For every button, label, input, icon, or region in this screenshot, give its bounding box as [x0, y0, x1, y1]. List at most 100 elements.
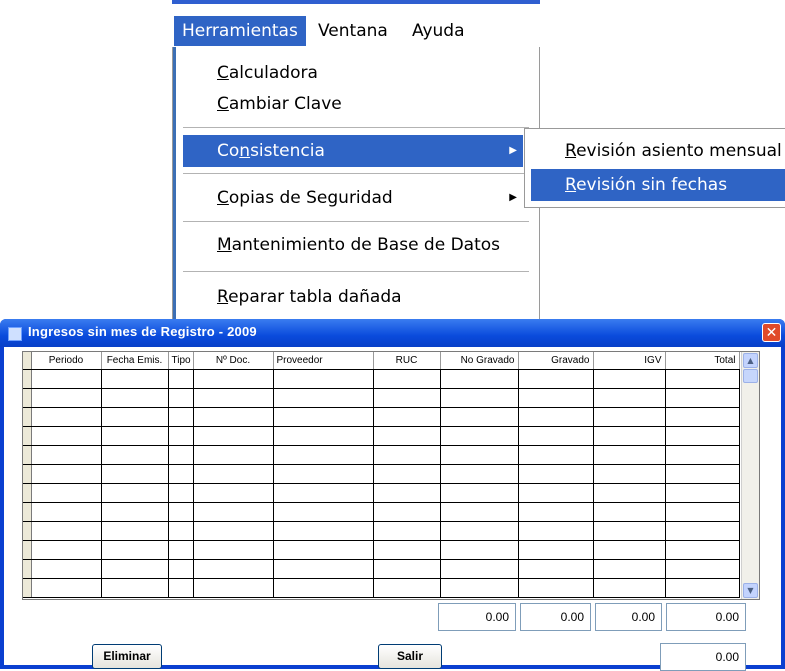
- row-indicator[interactable]: [23, 502, 32, 522]
- salir-button[interactable]: Salir: [378, 644, 442, 669]
- table-cell[interactable]: [31, 445, 102, 465]
- table-cell[interactable]: [101, 521, 169, 541]
- table-cell[interactable]: [373, 540, 441, 560]
- total-gravado-field[interactable]: 0.00: [520, 603, 591, 631]
- table-cell[interactable]: [193, 578, 274, 598]
- table-cell[interactable]: [273, 388, 374, 408]
- table-cell[interactable]: [440, 445, 519, 465]
- table-cell[interactable]: [273, 426, 374, 446]
- row-indicator[interactable]: [23, 445, 32, 465]
- table-cell[interactable]: [665, 426, 740, 446]
- submenu-item-revision-asiento-mensual[interactable]: Revisión asiento mensual: [531, 135, 785, 167]
- table-cell[interactable]: [373, 483, 441, 503]
- menu-item-reparar-tabla[interactable]: Reparar tabla dañada: [183, 281, 523, 313]
- table-cell[interactable]: [518, 388, 594, 408]
- table-cell[interactable]: [593, 483, 666, 503]
- table-cell[interactable]: [665, 388, 740, 408]
- table-cell[interactable]: [31, 426, 102, 446]
- table-cell[interactable]: [593, 407, 666, 427]
- table-cell[interactable]: [593, 426, 666, 446]
- table-row[interactable]: [23, 540, 740, 560]
- table-cell[interactable]: [193, 521, 274, 541]
- table-cell[interactable]: [440, 483, 519, 503]
- vertical-scrollbar[interactable]: ▲ ▼: [741, 352, 759, 599]
- table-cell[interactable]: [518, 464, 594, 484]
- table-cell[interactable]: [31, 559, 102, 579]
- table-cell[interactable]: [440, 502, 519, 522]
- table-row[interactable]: [23, 521, 740, 541]
- table-cell[interactable]: [665, 369, 740, 389]
- column-header-proveedor[interactable]: Proveedor: [273, 352, 374, 370]
- table-cell[interactable]: [168, 426, 194, 446]
- menu-item-consistencia[interactable]: Consistencia ▶: [183, 135, 523, 167]
- table-cell[interactable]: [373, 388, 441, 408]
- table-cell[interactable]: [440, 540, 519, 560]
- table-cell[interactable]: [168, 559, 194, 579]
- table-cell[interactable]: [518, 369, 594, 389]
- column-header-igv[interactable]: IGV: [593, 352, 666, 370]
- row-indicator[interactable]: [23, 369, 32, 389]
- table-cell[interactable]: [101, 483, 169, 503]
- table-row[interactable]: [23, 578, 740, 598]
- menu-ayuda[interactable]: Ayuda: [404, 16, 473, 46]
- table-cell[interactable]: [31, 407, 102, 427]
- table-cell[interactable]: [593, 502, 666, 522]
- table-cell[interactable]: [518, 426, 594, 446]
- table-row[interactable]: [23, 369, 740, 389]
- table-cell[interactable]: [440, 464, 519, 484]
- close-button[interactable]: ✕: [762, 323, 781, 342]
- table-cell[interactable]: [168, 540, 194, 560]
- table-cell[interactable]: [101, 464, 169, 484]
- table-cell[interactable]: [440, 559, 519, 579]
- table-row[interactable]: [23, 388, 740, 408]
- table-cell[interactable]: [101, 426, 169, 446]
- row-indicator[interactable]: [23, 578, 32, 598]
- menu-ventana[interactable]: Ventana: [310, 16, 396, 46]
- column-header-nro-doc[interactable]: Nº Doc.: [193, 352, 274, 370]
- table-cell[interactable]: [373, 369, 441, 389]
- table-cell[interactable]: [273, 445, 374, 465]
- column-header-periodo[interactable]: Periodo: [31, 352, 102, 370]
- table-cell[interactable]: [665, 483, 740, 503]
- table-cell[interactable]: [373, 464, 441, 484]
- table-cell[interactable]: [373, 578, 441, 598]
- table-cell[interactable]: [440, 369, 519, 389]
- table-cell[interactable]: [518, 445, 594, 465]
- row-indicator[interactable]: [23, 559, 32, 579]
- table-cell[interactable]: [168, 521, 194, 541]
- table-cell[interactable]: [273, 578, 374, 598]
- table-cell[interactable]: [31, 502, 102, 522]
- table-cell[interactable]: [273, 369, 374, 389]
- table-cell[interactable]: [31, 483, 102, 503]
- table-cell[interactable]: [101, 502, 169, 522]
- table-cell[interactable]: [101, 578, 169, 598]
- scroll-up-icon[interactable]: ▲: [743, 353, 758, 368]
- column-header-no-gravado[interactable]: No Gravado: [440, 352, 519, 370]
- table-cell[interactable]: [193, 540, 274, 560]
- table-cell[interactable]: [31, 464, 102, 484]
- column-header-tipo[interactable]: Tipo: [168, 352, 194, 370]
- row-indicator[interactable]: [23, 483, 32, 503]
- table-cell[interactable]: [373, 521, 441, 541]
- table-row[interactable]: [23, 426, 740, 446]
- table-cell[interactable]: [273, 407, 374, 427]
- row-indicator[interactable]: [23, 540, 32, 560]
- table-cell[interactable]: [193, 502, 274, 522]
- table-cell[interactable]: [31, 540, 102, 560]
- table-cell[interactable]: [373, 559, 441, 579]
- table-cell[interactable]: [168, 502, 194, 522]
- table-cell[interactable]: [273, 483, 374, 503]
- table-cell[interactable]: [373, 445, 441, 465]
- total-total-field[interactable]: 0.00: [666, 603, 746, 631]
- table-cell[interactable]: [373, 426, 441, 446]
- table-cell[interactable]: [168, 445, 194, 465]
- table-cell[interactable]: [31, 369, 102, 389]
- total-no-gravado-field[interactable]: 0.00: [438, 603, 516, 631]
- table-cell[interactable]: [440, 407, 519, 427]
- table-cell[interactable]: [168, 483, 194, 503]
- table-cell[interactable]: [168, 578, 194, 598]
- table-cell[interactable]: [518, 502, 594, 522]
- table-row[interactable]: [23, 559, 740, 579]
- table-cell[interactable]: [373, 407, 441, 427]
- row-indicator[interactable]: [23, 407, 32, 427]
